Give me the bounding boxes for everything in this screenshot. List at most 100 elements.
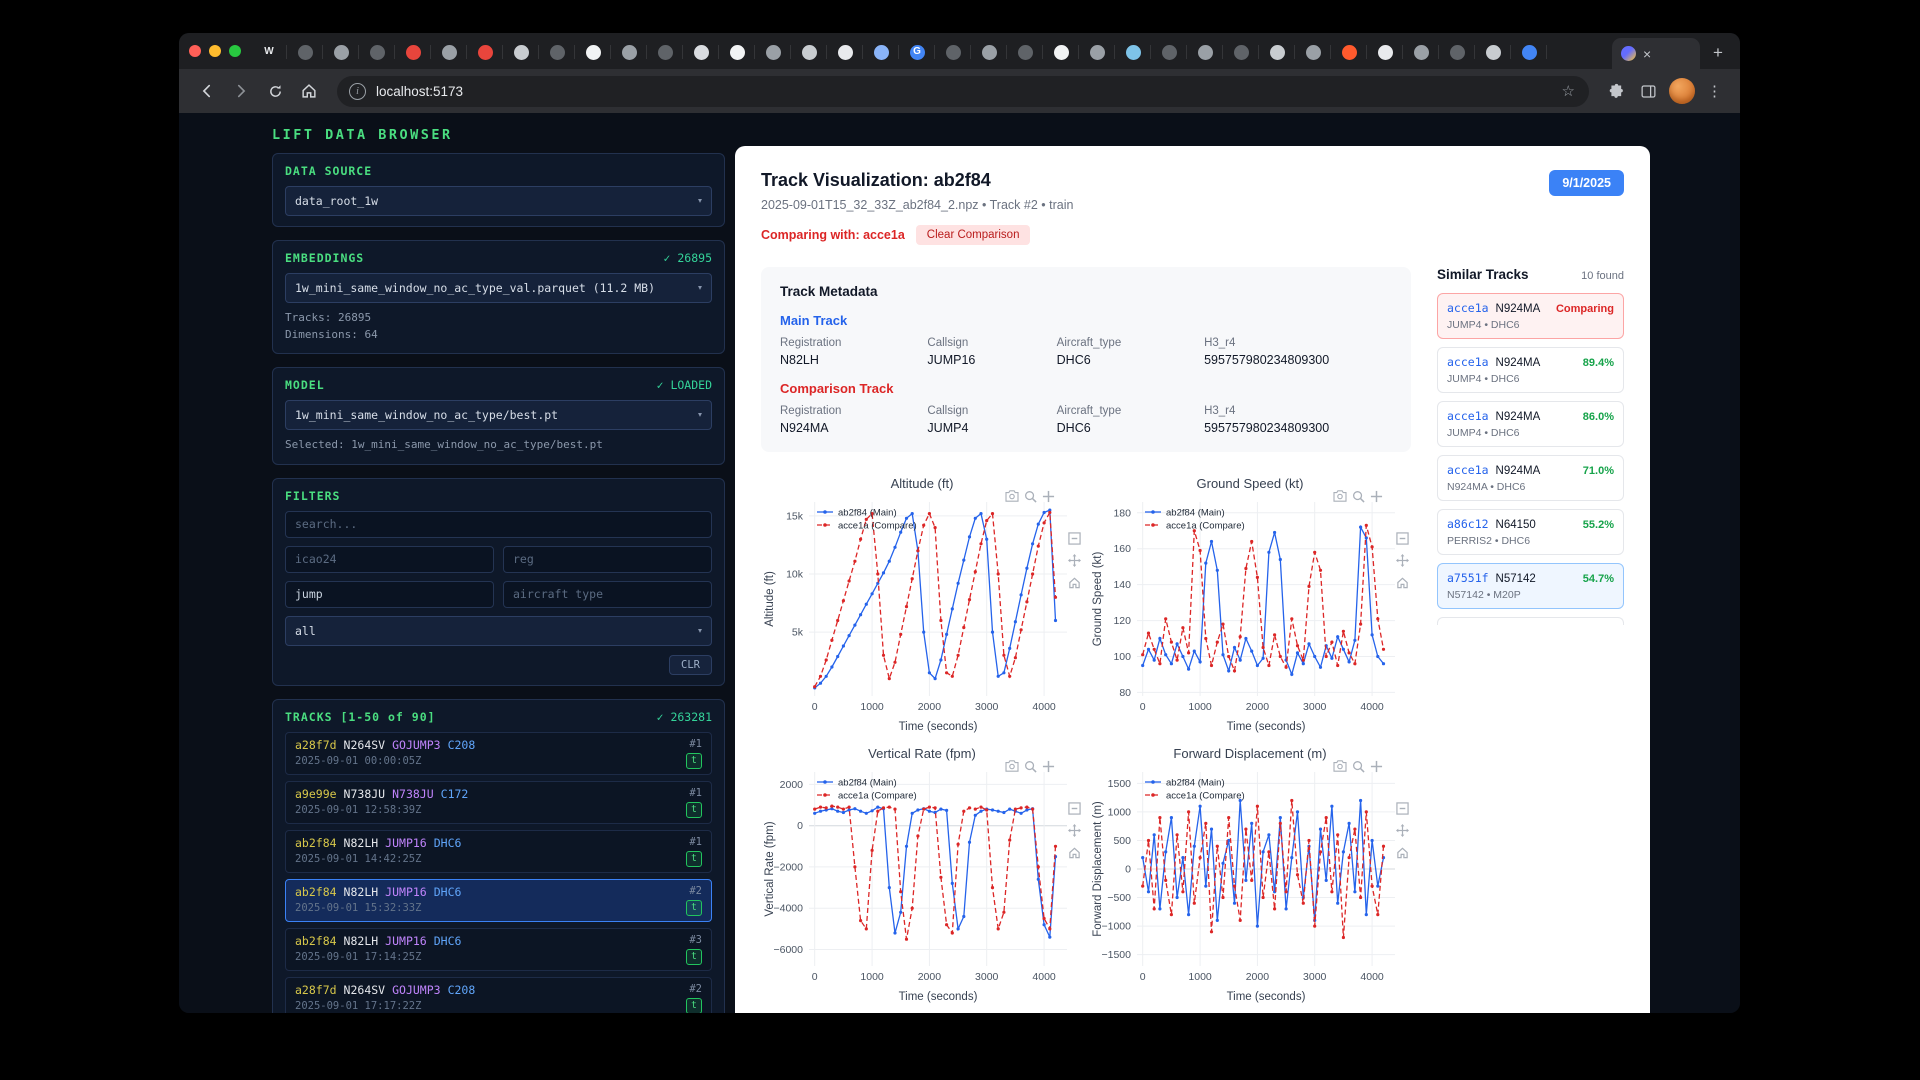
active-tab[interactable]: ×	[1612, 38, 1700, 69]
track-list-item[interactable]: ab2f84 N82LH JUMP16 DHC6 2025-09-01 15:3…	[285, 879, 712, 922]
browser-tab[interactable]	[791, 35, 827, 69]
track-list-item[interactable]: ab2f84 N82LH JUMP16 DHC6 2025-09-01 14:4…	[285, 830, 712, 873]
filter-category-select[interactable]: all ▾	[285, 616, 712, 646]
forward-button[interactable]	[225, 75, 257, 107]
camera-icon[interactable]	[1333, 760, 1347, 773]
browser-tab[interactable]	[683, 35, 719, 69]
zoom-icon[interactable]	[1352, 760, 1365, 773]
menu-kebab-icon[interactable]: ⋮	[1701, 82, 1728, 100]
browser-tab[interactable]	[287, 35, 323, 69]
browser-tab[interactable]	[863, 35, 899, 69]
extensions-icon[interactable]	[1601, 76, 1631, 106]
reload-button[interactable]	[259, 75, 291, 107]
icao24-input[interactable]	[285, 546, 494, 573]
browser-tab[interactable]	[503, 35, 539, 69]
chart-plot[interactable]: 20000−2000−4000−600001000200030004000ab2…	[761, 766, 1083, 1004]
chart-plot[interactable]: 5k10k15k01000200030004000ab2f84 (Main)ac…	[761, 496, 1083, 734]
browser-tab[interactable]	[827, 35, 863, 69]
track-list-item[interactable]: ab2f84 N82LH JUMP16 DHC6 2025-09-01 17:1…	[285, 928, 712, 971]
minimize-button[interactable]	[209, 45, 221, 57]
browser-tab[interactable]	[1043, 35, 1079, 69]
zoom-icon[interactable]	[1352, 490, 1365, 503]
chart-plot[interactable]: 8010012014016018001000200030004000ab2f84…	[1089, 496, 1411, 734]
profile-avatar[interactable]	[1669, 78, 1695, 104]
aircraft-type-input[interactable]	[503, 581, 712, 608]
address-bar[interactable]: i localhost:5173 ☆	[337, 76, 1589, 107]
browser-tab[interactable]	[1223, 35, 1259, 69]
browser-tab[interactable]	[395, 35, 431, 69]
camera-icon[interactable]	[1005, 490, 1019, 503]
clear-comparison-button[interactable]: Clear Comparison	[916, 225, 1031, 245]
browser-tab[interactable]	[1187, 35, 1223, 69]
similar-track-item[interactable]: acce1a N924MA Comparing JUMP4 • DHC6	[1437, 293, 1624, 339]
collapse-icon[interactable]	[1396, 532, 1409, 545]
bookmark-star-icon[interactable]: ☆	[1554, 82, 1583, 100]
browser-tab[interactable]	[575, 35, 611, 69]
zoom-button[interactable]	[229, 45, 241, 57]
zoom-in-icon[interactable]	[1370, 490, 1383, 503]
browser-tab[interactable]	[1367, 35, 1403, 69]
new-tab-button[interactable]: +	[1704, 39, 1732, 67]
similar-track-item[interactable]: a7551f N57142 54.7% N57142 • M20P	[1437, 563, 1624, 609]
search-input[interactable]	[285, 511, 712, 538]
model-select[interactable]: 1w_mini_same_window_no_ac_type/best.pt ▾	[285, 400, 712, 430]
browser-tab[interactable]	[755, 35, 791, 69]
back-button[interactable]	[191, 75, 223, 107]
browser-tab[interactable]: G	[899, 35, 935, 69]
camera-icon[interactable]	[1333, 490, 1347, 503]
close-button[interactable]	[189, 45, 201, 57]
track-list-item[interactable]: a28f7d N264SV GOJUMP3 C208 2025-09-01 00…	[285, 732, 712, 775]
zoom-icon[interactable]	[1024, 490, 1037, 503]
site-info-icon[interactable]: i	[349, 83, 366, 100]
browser-tab[interactable]	[935, 35, 971, 69]
zoom-in-icon[interactable]	[1370, 760, 1383, 773]
chart-plot[interactable]: 150010005000−500−1000−150001000200030004…	[1089, 766, 1411, 1004]
similar-track-item[interactable]: acce1a N924MA 86.0% JUMP4 • DHC6	[1437, 401, 1624, 447]
camera-icon[interactable]	[1005, 760, 1019, 773]
browser-tab[interactable]	[431, 35, 467, 69]
browser-tab[interactable]	[359, 35, 395, 69]
browser-tab[interactable]	[719, 35, 755, 69]
zoom-icon[interactable]	[1024, 760, 1037, 773]
browser-tab[interactable]	[1439, 35, 1475, 69]
collapse-icon[interactable]	[1068, 802, 1081, 815]
embeddings-select[interactable]: 1w_mini_same_window_no_ac_type_val.parqu…	[285, 273, 712, 303]
home-icon[interactable]	[1068, 846, 1081, 859]
similar-track-item[interactable]: acce1a N924MA 89.4% JUMP4 • DHC6	[1437, 347, 1624, 393]
data-source-select[interactable]: data_root_1w ▾	[285, 186, 712, 216]
collapse-icon[interactable]	[1396, 802, 1409, 815]
browser-tab[interactable]	[1295, 35, 1331, 69]
zoom-in-icon[interactable]	[1042, 490, 1055, 503]
browser-tab[interactable]	[1115, 35, 1151, 69]
browser-tab[interactable]	[1259, 35, 1295, 69]
browser-tab[interactable]	[1403, 35, 1439, 69]
similar-track-item[interactable]: a86c12 N64150 55.2% PERRIS2 • DHC6	[1437, 509, 1624, 555]
browser-tab[interactable]	[1007, 35, 1043, 69]
pan-icon[interactable]	[1068, 554, 1081, 567]
clear-filters-button[interactable]: CLR	[669, 655, 712, 675]
home-icon[interactable]	[1396, 576, 1409, 589]
zoom-in-icon[interactable]	[1042, 760, 1055, 773]
callsign-input[interactable]	[285, 581, 494, 608]
pan-icon[interactable]	[1396, 554, 1409, 567]
browser-tab[interactable]: W	[251, 35, 287, 69]
browser-tab[interactable]	[1331, 35, 1367, 69]
similar-track-item[interactable]: acce1a N924MA 71.0% N924MA • DHC6	[1437, 455, 1624, 501]
browser-tab[interactable]	[1151, 35, 1187, 69]
registration-input[interactable]	[503, 546, 712, 573]
pan-icon[interactable]	[1068, 824, 1081, 837]
browser-tab[interactable]	[611, 35, 647, 69]
browser-tab[interactable]	[323, 35, 359, 69]
browser-tab[interactable]	[971, 35, 1007, 69]
browser-tab[interactable]	[1511, 35, 1547, 69]
browser-tab[interactable]	[539, 35, 575, 69]
side-panel-icon[interactable]	[1633, 76, 1663, 106]
browser-tab[interactable]	[1079, 35, 1115, 69]
pan-icon[interactable]	[1396, 824, 1409, 837]
browser-tab[interactable]	[1475, 35, 1511, 69]
home-icon[interactable]	[1068, 576, 1081, 589]
track-list-item[interactable]: a28f7d N264SV GOJUMP3 C208 2025-09-01 17…	[285, 977, 712, 1014]
browser-tab[interactable]	[647, 35, 683, 69]
track-list-item[interactable]: a9e99e N738JU N738JU C172 2025-09-01 12:…	[285, 781, 712, 824]
tab-close-icon[interactable]: ×	[1643, 47, 1651, 61]
